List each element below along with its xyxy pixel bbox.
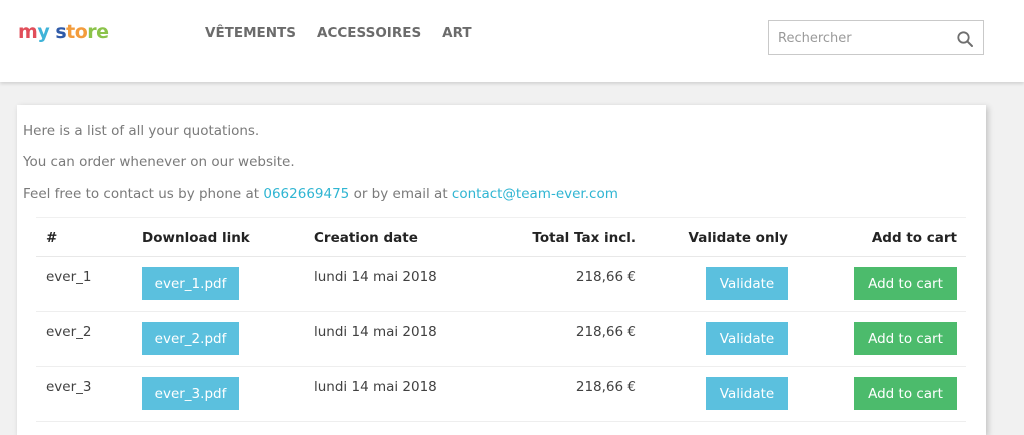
quotation-id: ever_3 bbox=[46, 379, 92, 395]
search-input[interactable] bbox=[778, 29, 948, 47]
store-logo[interactable]: my store bbox=[18, 20, 109, 44]
add-to-cart-button[interactable]: Add to cart bbox=[854, 377, 957, 410]
total-tax-incl: 218,66 € bbox=[575, 269, 636, 285]
column-header-total: Total Tax incl. bbox=[532, 230, 636, 246]
table-row: ever_1 ever_1.pdf lundi 14 mai 2018 218,… bbox=[36, 257, 966, 312]
table-row: ever_2 ever_2.pdf lundi 14 mai 2018 218,… bbox=[36, 312, 966, 367]
download-pdf-button[interactable]: ever_2.pdf bbox=[142, 322, 239, 355]
email-link[interactable]: contact@team-ever.com bbox=[452, 186, 618, 202]
quotations-panel: Here is a list of all your quotations. Y… bbox=[17, 105, 986, 435]
intro-line-2: You can order whenever on our website. bbox=[23, 154, 295, 170]
logo-letter: y bbox=[37, 21, 50, 43]
validate-button[interactable]: Validate bbox=[706, 267, 788, 300]
logo-letter: m bbox=[18, 21, 38, 43]
validate-button[interactable]: Validate bbox=[706, 322, 788, 355]
intro-line-1: Here is a list of all your quotations. bbox=[23, 123, 260, 139]
search-icon[interactable] bbox=[956, 30, 974, 48]
logo-letter: re bbox=[87, 21, 109, 43]
logo-letter: s bbox=[49, 21, 67, 43]
total-tax-incl: 218,66 € bbox=[575, 324, 636, 340]
intro-line-3: Feel free to contact us by phone at 0662… bbox=[23, 185, 618, 203]
nav-item-art[interactable]: ART bbox=[442, 24, 471, 42]
phone-link[interactable]: 0662669475 bbox=[263, 186, 349, 202]
search-box bbox=[768, 20, 984, 55]
column-header-id: # bbox=[46, 230, 58, 246]
validate-button[interactable]: Validate bbox=[706, 377, 788, 410]
nav-item-vetements[interactable]: VÊTEMENTS bbox=[205, 24, 296, 42]
column-header-validate: Validate only bbox=[688, 230, 788, 246]
main-nav: VÊTEMENTS ACCESSOIRES ART bbox=[205, 24, 493, 42]
creation-date: lundi 14 mai 2018 bbox=[314, 379, 437, 395]
add-to-cart-button[interactable]: Add to cart bbox=[854, 322, 957, 355]
table-row: ever_3 ever_3.pdf lundi 14 mai 2018 218,… bbox=[36, 367, 966, 422]
column-header-cart: Add to cart bbox=[871, 230, 957, 246]
quotation-id: ever_1 bbox=[46, 269, 92, 285]
download-pdf-button[interactable]: ever_1.pdf bbox=[142, 267, 239, 300]
download-pdf-button[interactable]: ever_3.pdf bbox=[142, 377, 239, 410]
column-header-download: Download link bbox=[142, 230, 250, 246]
column-header-date: Creation date bbox=[314, 230, 418, 246]
total-tax-incl: 218,66 € bbox=[575, 379, 636, 395]
site-header: my store VÊTEMENTS ACCESSOIRES ART bbox=[0, 0, 1024, 82]
logo-letter: to bbox=[66, 21, 88, 43]
table-header: # Download link Creation date Total Tax … bbox=[36, 217, 966, 257]
creation-date: lundi 14 mai 2018 bbox=[314, 269, 437, 285]
nav-item-accessoires[interactable]: ACCESSOIRES bbox=[317, 24, 421, 42]
creation-date: lundi 14 mai 2018 bbox=[314, 324, 437, 340]
intro-line-3-middle: or by email at bbox=[349, 186, 452, 202]
add-to-cart-button[interactable]: Add to cart bbox=[854, 267, 957, 300]
quotation-id: ever_2 bbox=[46, 324, 92, 340]
intro-line-3-prefix: Feel free to contact us by phone at bbox=[23, 186, 264, 202]
